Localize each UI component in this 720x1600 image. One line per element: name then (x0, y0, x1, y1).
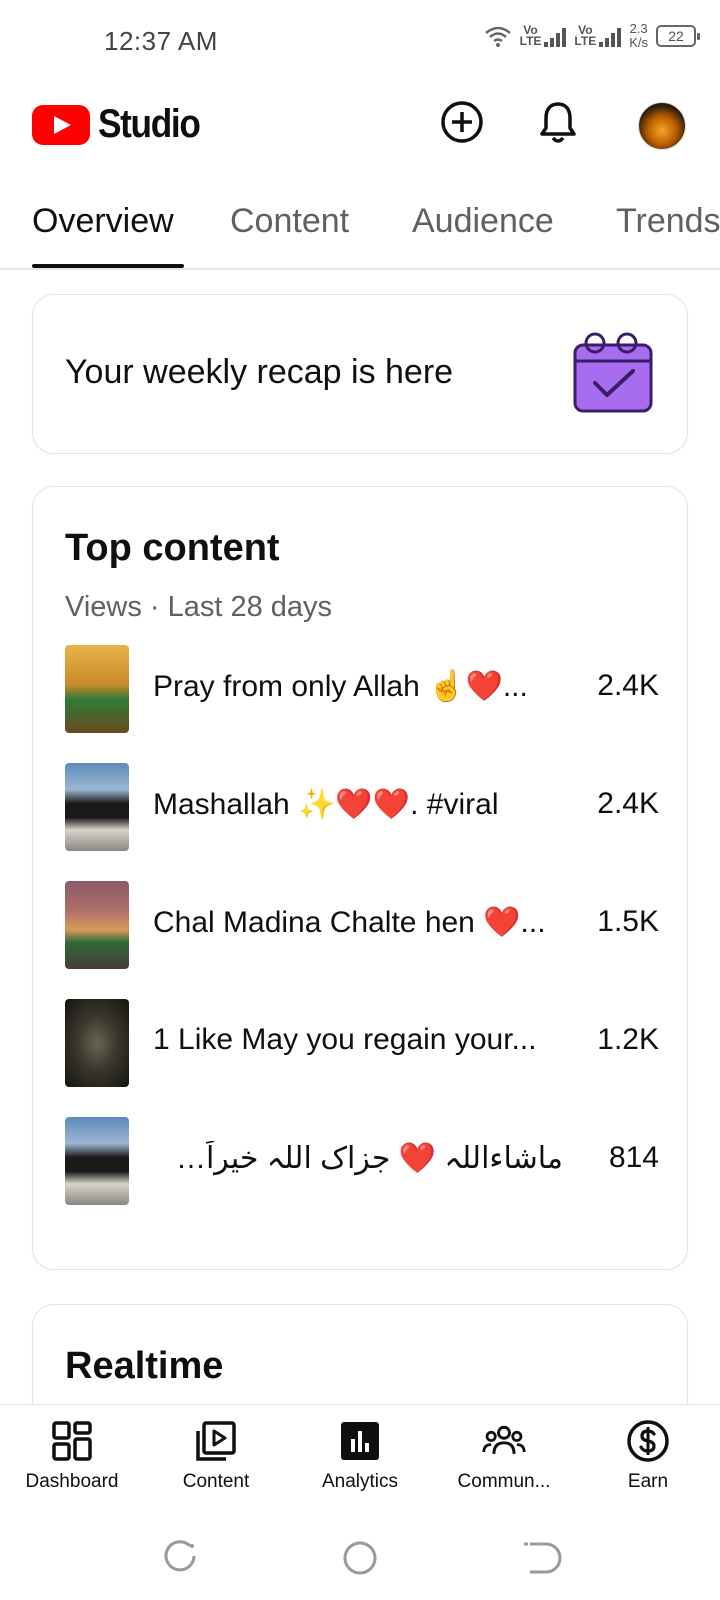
signal-bars-icon (544, 27, 567, 47)
active-tab-indicator (32, 264, 184, 268)
video-thumbnail (65, 763, 129, 851)
nav-analytics[interactable]: Analytics (288, 1405, 432, 1517)
wifi-icon (484, 26, 511, 47)
video-title: ماشاءاللہ ❤️ جزاک اللہ خیراً✨ #... (153, 1142, 563, 1175)
nav-label: Analytics (321, 1471, 399, 1492)
tab-overview[interactable]: Overview (32, 202, 174, 241)
add-circle-icon (441, 101, 483, 143)
status-bar: 12:37 AM Vo LTE Vo LTE 2.3 K/s 22 (0, 0, 720, 80)
home-icon[interactable] (336, 1534, 384, 1582)
top-content-subtitle: Views · Last 28 days (65, 591, 333, 623)
video-thumbnail (65, 999, 129, 1087)
list-item[interactable]: Mashallah ✨❤️❤️. #viral 2.4K (65, 763, 659, 853)
weekly-recap-card[interactable]: Your weekly recap is here (32, 294, 688, 454)
create-button[interactable] (438, 98, 486, 146)
nav-dashboard[interactable]: Dashboard (0, 1405, 144, 1517)
realtime-title: Realtime (65, 1345, 224, 1387)
calendar-check-icon (573, 332, 653, 413)
nav-community[interactable]: Commun... (432, 1405, 576, 1517)
list-item[interactable]: 1 Like May you regain your... 1.2K (65, 999, 659, 1089)
notifications-button[interactable] (534, 98, 582, 146)
list-item[interactable]: Pray from only Allah ☝️❤️... 2.4K (65, 645, 659, 735)
recent-apps-icon[interactable] (156, 1534, 204, 1582)
dashboard-icon (52, 1421, 92, 1461)
tab-content[interactable]: Content (230, 202, 349, 241)
video-title: Chal Madina Chalte hen ❤️... (153, 906, 546, 939)
video-views: 2.4K (597, 787, 659, 820)
list-item[interactable]: ماشاءاللہ ❤️ جزاک اللہ خیراً✨ #... 814 (65, 1117, 659, 1207)
tab-bar: Overview Content Audience Trends (0, 186, 720, 270)
nav-content[interactable]: Content (144, 1405, 288, 1517)
bottom-navigation: Dashboard Content Analytics Commun... Ea… (0, 1404, 720, 1516)
logo-text: Studio (98, 102, 201, 146)
list-item[interactable]: Chal Madina Chalte hen ❤️... 1.5K (65, 881, 659, 971)
network-speed: 2.3 K/s (629, 21, 648, 50)
video-thumbnail (65, 645, 129, 733)
nav-earn[interactable]: Earn (576, 1405, 720, 1517)
earn-icon (627, 1420, 669, 1462)
avatar[interactable] (638, 102, 686, 150)
top-content-card: Top content Views · Last 28 days Pray fr… (32, 486, 688, 1270)
signal-2: Vo LTE (574, 23, 622, 48)
nav-label: Commun... (457, 1471, 551, 1492)
recap-text: Your weekly recap is here (65, 353, 454, 391)
system-navigation-bar (0, 1516, 720, 1600)
video-views: 1.5K (597, 905, 659, 938)
volte-label-2: Vo LTE (574, 23, 597, 48)
signal-bars-icon (599, 27, 622, 47)
back-icon[interactable] (516, 1534, 564, 1582)
video-title: Mashallah ✨❤️❤️. #viral (153, 788, 499, 821)
video-thumbnail (65, 881, 129, 969)
signal-1: Vo LTE (519, 23, 567, 48)
volte-label-1: Vo LTE (519, 23, 542, 48)
community-icon (482, 1425, 526, 1454)
nav-label: Earn (627, 1471, 669, 1492)
tab-audience[interactable]: Audience (412, 202, 554, 241)
tab-trends[interactable]: Trends (616, 202, 720, 241)
bell-icon (540, 102, 576, 143)
video-title: 1 Like May you regain your... (153, 1023, 537, 1056)
content-icon (196, 1421, 236, 1461)
video-title: Pray from only Allah ☝️❤️... (153, 670, 528, 703)
nav-label: Content (182, 1471, 250, 1492)
video-views: 2.4K (597, 669, 659, 702)
nav-label: Dashboard (25, 1471, 119, 1492)
video-views: 1.2K (597, 1023, 659, 1056)
top-content-title: Top content (65, 527, 280, 569)
app-header: Studio (0, 96, 720, 156)
youtube-studio-logo[interactable]: Studio (32, 102, 213, 147)
video-views: 814 (608, 1141, 659, 1174)
battery-icon: 22 (656, 25, 700, 47)
status-time: 12:37 AM (104, 26, 218, 56)
status-icons: Vo LTE Vo LTE 2.3 K/s 22 (484, 21, 700, 50)
video-thumbnail (65, 1117, 129, 1205)
youtube-play-icon (32, 104, 90, 145)
analytics-icon (341, 1422, 379, 1460)
